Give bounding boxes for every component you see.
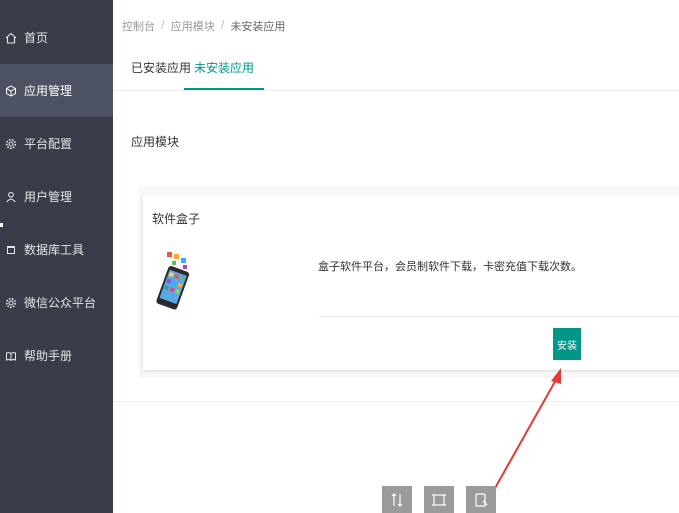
sidebar-item-help-manual[interactable]: 帮助手册 <box>0 329 113 382</box>
resize-icon <box>391 492 403 507</box>
gear-icon <box>4 296 18 310</box>
breadcrumb-separator: / <box>220 18 225 31</box>
user-icon <box>4 190 18 204</box>
content-divider <box>113 401 679 402</box>
sidebar-item-platform-config[interactable]: 平台配置 <box>0 117 113 170</box>
section-label: 应用模块 <box>131 135 180 149</box>
sidebar-item-label: 应用管理 <box>24 84 73 98</box>
app-card-title: 软件盒子 <box>152 212 201 226</box>
install-button[interactable]: 安装 <box>553 328 581 360</box>
sidebar: 首页 应用管理 平台配置 用户管理 数据库工具 微信公众平台 帮助手册 <box>0 0 113 513</box>
sidebar-item-home[interactable]: 首页 <box>0 11 113 64</box>
sidebar-item-label: 首页 <box>24 31 49 45</box>
sidebar-item-label: 数据库工具 <box>24 243 85 257</box>
crop-icon <box>432 493 446 506</box>
sidebar-item-database-tools[interactable]: 数据库工具 <box>0 223 113 276</box>
book-icon <box>4 349 18 363</box>
tab-uninstalled-apps[interactable]: 未安装应用 <box>184 50 265 90</box>
crop-tool-button[interactable] <box>424 486 454 513</box>
sidebar-item-label: 帮助手册 <box>24 349 73 363</box>
phone-apps-icon <box>153 250 193 316</box>
sidebar-item-label: 微信公众平台 <box>24 296 97 310</box>
cube-icon <box>4 84 18 98</box>
home-icon <box>4 31 18 45</box>
sidebar-item-wechat-platform[interactable]: 微信公众平台 <box>0 276 113 329</box>
breadcrumb-item-app-module[interactable]: 应用模块 <box>171 18 215 34</box>
app-card-description: 盒子软件平台，会员制软件下载，卡密充值下载次数。 <box>318 260 582 273</box>
main-content: 控制台 / 应用模块 / 未安装应用 已安装应用 未安装应用 应用模块 软件盒子 <box>113 0 679 513</box>
sidebar-item-app-management[interactable]: 应用管理 <box>0 64 113 117</box>
sidebar-item-label: 用户管理 <box>24 190 73 204</box>
gear-icon <box>4 137 18 151</box>
resize-tool-button[interactable] <box>382 486 412 513</box>
sidebar-item-user-management[interactable]: 用户管理 <box>0 170 113 223</box>
breadcrumb-separator: / <box>161 18 165 31</box>
app-card: 软件盒子 盒子软件平台，会员制软件下载，卡密充值下载次数。 安装 <box>143 195 679 370</box>
database-icon <box>4 243 18 257</box>
sidebar-edge-mark <box>0 223 3 227</box>
device-tool-button[interactable] <box>466 486 496 513</box>
card-divider <box>319 316 679 317</box>
breadcrumb-item-console[interactable]: 控制台 <box>122 18 155 34</box>
sidebar-item-label: 平台配置 <box>24 137 73 151</box>
breadcrumb-item-current: 未安装应用 <box>230 20 286 33</box>
tab-bar: 已安装应用 未安装应用 <box>113 50 679 91</box>
breadcrumb: 控制台 / 应用模块 / 未安装应用 <box>122 18 285 34</box>
device-icon <box>475 492 488 507</box>
